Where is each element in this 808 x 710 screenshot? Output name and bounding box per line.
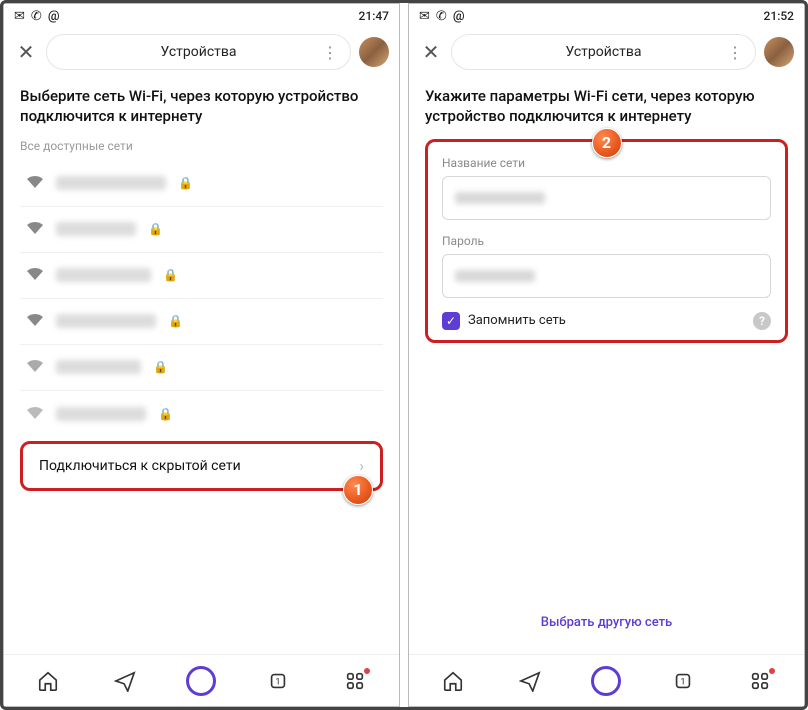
kebab-icon[interactable]: ⋮	[322, 43, 338, 62]
nav-alice[interactable]	[587, 662, 625, 700]
nav-alice[interactable]	[182, 662, 220, 700]
lock-icon: 🔒	[158, 407, 173, 421]
status-bar: ✉ ✆ @ 21:47	[4, 4, 399, 28]
remember-row: ✓ Запомнить сеть ?	[442, 312, 771, 330]
page-title: Устройства	[160, 44, 236, 60]
svg-text:1: 1	[681, 677, 686, 687]
password-value-blurred	[455, 270, 535, 282]
whatsapp-icon: ✆	[31, 10, 42, 23]
wifi-row[interactable]: 🔒	[20, 253, 383, 299]
alice-icon	[186, 666, 216, 696]
notification-dot	[769, 668, 775, 674]
whatsapp-icon: ✆	[436, 10, 447, 23]
subheading: Все доступные сети	[20, 139, 383, 153]
nav-apps[interactable]	[741, 662, 779, 700]
content: Укажите параметры Wi-Fi сети, через кото…	[409, 76, 804, 654]
avatar[interactable]	[359, 37, 389, 67]
wifi-row[interactable]: 🔒	[20, 161, 383, 207]
wifi-icon	[26, 358, 44, 376]
nav-send[interactable]	[511, 662, 549, 700]
wifi-icon	[26, 220, 44, 238]
status-time: 21:52	[764, 9, 794, 23]
remember-checkbox[interactable]: ✓	[442, 312, 460, 330]
connect-hidden-network-button[interactable]: Подключиться к скрытой сети ›	[20, 441, 383, 491]
password-label: Пароль	[442, 234, 771, 248]
close-button[interactable]: ✕	[14, 40, 38, 64]
choose-other-link[interactable]: Выбрать другую сеть	[425, 599, 788, 654]
wifi-ssid-blurred	[56, 360, 141, 374]
nav-home[interactable]	[29, 662, 67, 700]
close-button[interactable]: ✕	[419, 40, 443, 64]
password-input[interactable]	[442, 254, 771, 298]
nav-apps[interactable]	[336, 662, 374, 700]
wifi-icon	[26, 312, 44, 330]
bottom-nav: 1	[4, 654, 399, 706]
help-icon[interactable]: ?	[753, 312, 771, 330]
wifi-row[interactable]: 🔒	[20, 345, 383, 391]
wifi-row[interactable]: 🔒	[20, 299, 383, 345]
status-icons-left: ✉ ✆ @	[419, 10, 464, 23]
chevron-right-icon: ›	[359, 456, 364, 475]
nav-home[interactable]	[434, 662, 472, 700]
nav-tabs[interactable]: 1	[664, 662, 702, 700]
wifi-list: 🔒 🔒 🔒	[20, 161, 383, 437]
heading: Укажите параметры Wi-Fi сети, через кото…	[425, 86, 788, 127]
svg-text:1: 1	[276, 677, 281, 687]
mail-icon: ✉	[419, 10, 430, 23]
app-bar: ✕ Устройства ⋮	[409, 28, 804, 76]
avatar[interactable]	[764, 37, 794, 67]
status-icons-left: ✉ ✆ @	[14, 10, 59, 23]
remember-label: Запомнить сеть	[468, 313, 745, 328]
app-bar: ✕ Устройства ⋮	[4, 28, 399, 76]
bottom-nav: 1	[409, 654, 804, 706]
mail-icon: ✉	[14, 10, 25, 23]
wifi-ssid-blurred	[56, 268, 151, 282]
wifi-ssid-blurred	[56, 222, 136, 236]
page-title: Устройства	[565, 44, 641, 60]
status-time: 21:47	[359, 9, 389, 23]
wifi-icon	[26, 174, 44, 192]
hidden-network-label: Подключиться к скрытой сети	[39, 458, 241, 474]
wifi-icon	[26, 266, 44, 284]
wifi-row[interactable]: 🔒	[20, 391, 383, 437]
nav-send[interactable]	[106, 662, 144, 700]
callout-badge-1: 1	[343, 475, 373, 505]
wifi-ssid-blurred	[56, 407, 146, 421]
wifi-ssid-blurred	[56, 314, 156, 328]
title-pill[interactable]: Устройства ⋮	[451, 34, 756, 70]
wifi-row[interactable]: 🔒	[20, 207, 383, 253]
ssid-value-blurred	[455, 192, 545, 204]
nav-tabs[interactable]: 1	[259, 662, 297, 700]
phone-right: ✉ ✆ @ 21:52 ✕ Устройства ⋮ Укажите парам…	[408, 3, 805, 707]
notification-dot	[364, 668, 370, 674]
at-icon: @	[453, 10, 465, 23]
lock-icon: 🔒	[148, 222, 163, 236]
heading: Выберите сеть Wi-Fi, через которую устро…	[20, 86, 383, 127]
ssid-label: Название сети	[442, 156, 771, 170]
kebab-icon[interactable]: ⋮	[727, 43, 743, 62]
lock-icon: 🔒	[153, 360, 168, 374]
lock-icon: 🔒	[168, 314, 183, 328]
alice-icon	[591, 666, 621, 696]
lock-icon: 🔒	[178, 176, 193, 190]
wifi-icon	[26, 405, 44, 423]
lock-icon: 🔒	[163, 268, 178, 282]
title-pill[interactable]: Устройства ⋮	[46, 34, 351, 70]
wifi-form: 2 Название сети Пароль ✓ Запомнить сеть …	[425, 139, 788, 343]
at-icon: @	[48, 10, 60, 23]
status-bar: ✉ ✆ @ 21:52	[409, 4, 804, 28]
content: Выберите сеть Wi-Fi, через которую устро…	[4, 76, 399, 654]
callout-badge-2: 2	[592, 128, 622, 158]
phone-left: ✉ ✆ @ 21:47 ✕ Устройства ⋮ Выберите сеть…	[3, 3, 400, 707]
wifi-ssid-blurred	[56, 176, 166, 190]
ssid-input[interactable]	[442, 176, 771, 220]
